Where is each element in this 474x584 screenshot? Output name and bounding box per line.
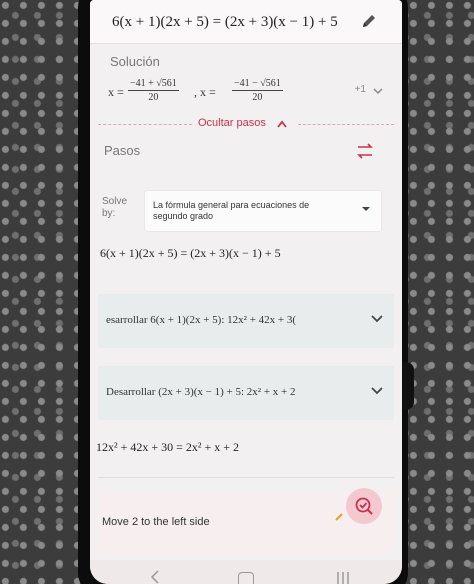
phone-screen: 6(x + 1)(2x + 5) = (2x + 3)(x − 1) + 5 S… [90,0,402,584]
root-1-numerator: −41 + √561 [128,78,179,91]
solution-root-1: −41 + √561 20 [128,78,179,103]
chevron-down-icon[interactable] [370,386,384,396]
steps-equation: 6(x + 1)(2x + 5) = (2x + 3)(x − 1) + 5 [100,246,281,260]
home-icon[interactable] [238,572,254,584]
steps-title: Pasos [104,143,141,158]
solution-row: x = −41 + √561 20 , x = −41 − √561 20 +1 [108,78,388,108]
solution-root-2: −41 − √561 20 [232,78,283,103]
more-solutions-badge[interactable]: +1 [355,84,366,95]
solve-method-card: Solve by: La fórmula general para ecuaci… [98,190,394,236]
recent-apps-icon[interactable] [336,572,350,584]
method-selected-value: La fórmula general para ecuaciones de se… [153,200,310,221]
chevron-down-icon[interactable] [370,314,384,324]
hide-steps-toggle[interactable]: Ocultar pasos [90,112,402,136]
method-select[interactable]: La fórmula general para ecuaciones de se… [144,190,382,232]
divider-left [98,124,192,125]
sparkle-icon [335,513,343,521]
divider-right [298,124,394,125]
root-2-denominator: 20 [252,92,263,103]
caret-down-icon [362,207,370,211]
pencil-icon[interactable] [360,12,378,30]
solve-by-label: Solve by: [102,196,128,219]
chevron-down-icon[interactable] [372,85,384,97]
chevron-up-icon [277,120,287,128]
step-expand-right[interactable]: Desarrollar (2x + 3)(x − 1) + 5: 2x² + x… [98,366,394,420]
root-2-numerator: −41 − √561 [232,78,283,91]
hide-steps-label: Ocultar pasos [198,117,266,129]
solution-x-prefix: x = [108,85,124,99]
system-nav-bar [90,560,402,584]
problem-equation: 6(x + 1)(2x + 5) = (2x + 3)(x − 1) + 5 [112,14,338,30]
swap-icon[interactable] [354,140,376,162]
step-text: Move 2 to the left side [102,516,210,528]
back-icon[interactable] [150,570,160,584]
root-1-denominator: 20 [148,92,159,103]
steps-result-equation: 12x² + 42x + 30 = 2x² + x + 2 [96,440,240,454]
divider [98,477,394,478]
solution-label: Solución [110,54,160,69]
solution-separator: , x = [194,85,216,99]
chat-assistant-button[interactable] [346,488,382,524]
step-text: Desarrollar (2x + 3)(x − 1) + 5: 2x² + x… [106,386,296,398]
step-text: esarrollar 6(x + 1)(2x + 5): 12x² + 42x … [106,314,297,326]
magnifier-check-icon [355,497,373,515]
problem-bar[interactable]: 6(x + 1)(2x + 5) = (2x + 3)(x − 1) + 5 [90,0,402,44]
step-expand-left[interactable]: esarrollar 6(x + 1)(2x + 5): 12x² + 42x … [98,294,394,348]
